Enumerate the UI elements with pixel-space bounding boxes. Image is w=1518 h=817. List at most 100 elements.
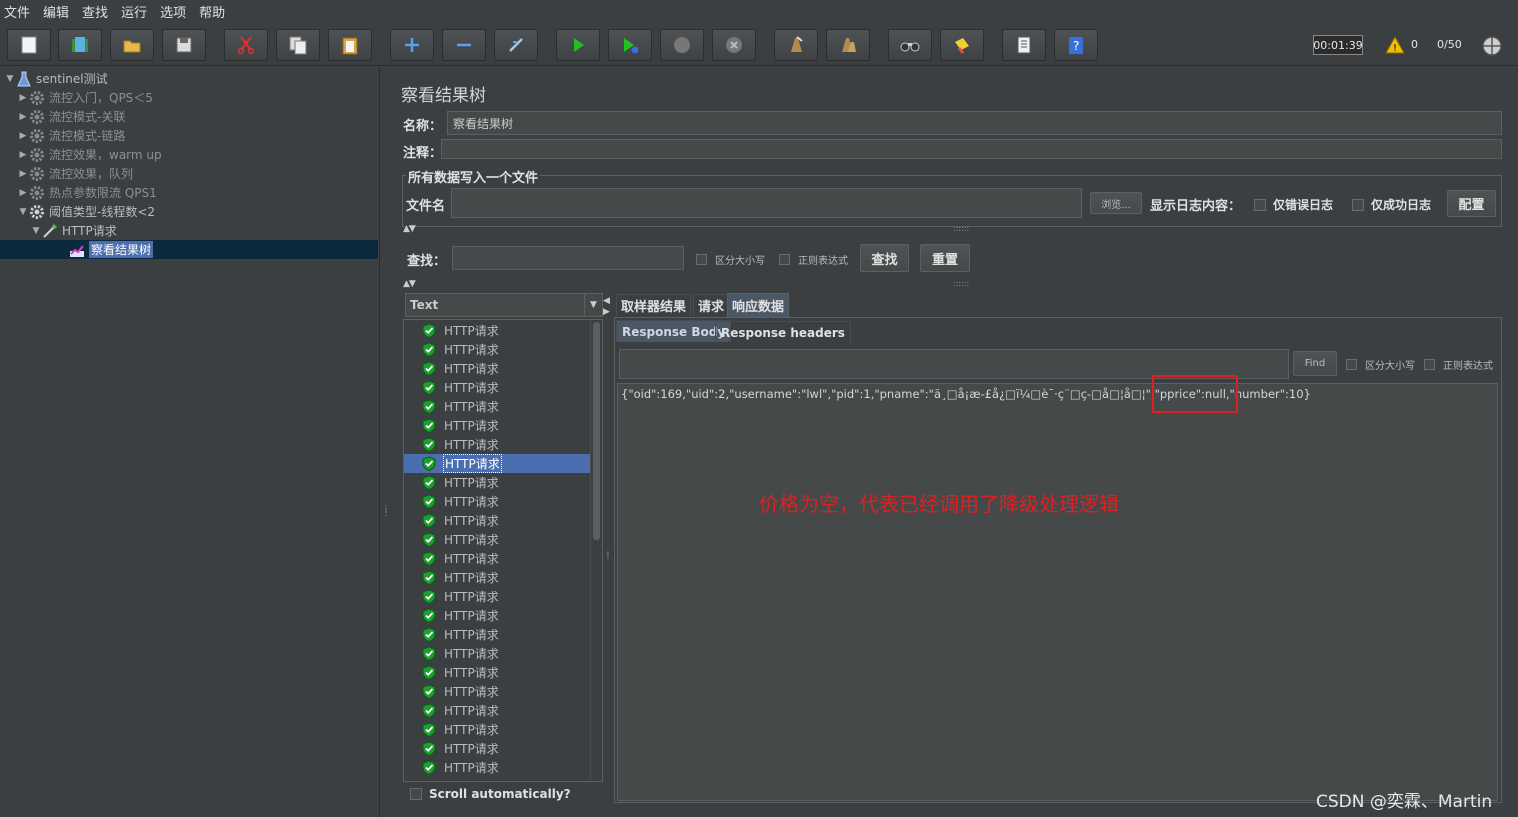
shutdown-button[interactable] [712, 29, 756, 61]
stop-button[interactable] [660, 29, 704, 61]
collapse-arrows-icon[interactable]: ▲▼ [403, 279, 416, 289]
splitter-arrow-icon[interactable]: ◀ [603, 296, 610, 306]
tree-node[interactable]: ▼ 阈值类型-线程数<2 [0, 202, 378, 221]
checkbox-box[interactable] [410, 788, 422, 800]
toggle-button[interactable] [494, 29, 538, 61]
result-item[interactable]: HTTP请求 [404, 378, 590, 397]
chevron-right-icon[interactable]: ▶ [18, 188, 28, 198]
name-field[interactable]: 察看结果树 [447, 111, 1502, 135]
clear-button[interactable] [774, 29, 818, 61]
collapse-button[interactable] [442, 29, 486, 61]
result-item[interactable]: HTTP请求 [404, 416, 590, 435]
divider-grip[interactable]: :::::: [953, 224, 969, 233]
regex-checkbox[interactable]: 正则表达式 [779, 252, 848, 267]
chevron-right-icon[interactable]: ▶ [18, 112, 28, 122]
tree-node[interactable]: ▶ 流控效果，warm up [0, 145, 378, 164]
renderer-select[interactable]: Text ▼ [405, 293, 603, 317]
result-item[interactable]: HTTP请求 [404, 682, 590, 701]
warning-icon[interactable]: ! [1385, 36, 1405, 54]
result-item[interactable]: HTTP请求 [404, 739, 590, 758]
success-only-checkbox[interactable]: 仅成功日志 [1352, 196, 1431, 213]
checkbox-box[interactable] [1352, 198, 1364, 211]
copy-button[interactable] [276, 29, 320, 61]
configure-button[interactable]: 配置 [1447, 190, 1496, 217]
menu-run[interactable]: 运行 [121, 2, 147, 21]
save-button[interactable] [162, 29, 206, 61]
scroll-automatically-checkbox[interactable]: Scroll automatically? [410, 787, 571, 801]
clear-all-button[interactable] [826, 29, 870, 61]
result-item[interactable]: HTTP请求 [404, 720, 590, 739]
chevron-right-icon[interactable]: ▶ [18, 93, 28, 103]
result-item[interactable]: HTTP请求 [404, 397, 590, 416]
paste-button[interactable] [328, 29, 372, 61]
chevron-right-icon[interactable]: ▶ [18, 169, 28, 179]
tree-node[interactable]: ▶ 流控模式-关联 [0, 107, 378, 126]
checkbox-box[interactable] [779, 254, 790, 265]
result-item[interactable]: HTTP请求 [404, 321, 590, 340]
list-scrollbar[interactable] [590, 320, 602, 781]
checkbox-box[interactable] [1254, 198, 1266, 211]
response-case-checkbox[interactable]: 区分大小写 [1346, 357, 1415, 372]
tree-node[interactable]: ▶ 流控效果，队列 [0, 164, 378, 183]
result-item[interactable]: HTTP请求 [404, 473, 590, 492]
help-button[interactable]: ? [1054, 29, 1098, 61]
open-button[interactable] [110, 29, 154, 61]
filename-field[interactable] [451, 188, 1082, 218]
tree-node[interactable]: ▶ 热点参数限流 QPS1 [0, 183, 378, 202]
find-button[interactable]: 查找 [860, 244, 909, 272]
tree-node[interactable]: ▼ HTTP请求 [0, 221, 378, 240]
result-item[interactable]: HTTP请求 [404, 340, 590, 359]
remote-globe-icon[interactable] [1481, 35, 1503, 57]
chevron-right-icon[interactable]: ▶ [18, 150, 28, 160]
tab-request[interactable]: 请求 [693, 294, 730, 316]
result-item[interactable]: HTTP请求 [404, 492, 590, 511]
result-item[interactable]: HTTP请求 [404, 625, 590, 644]
response-regex-checkbox[interactable]: 正则表达式 [1424, 357, 1493, 372]
start-button[interactable] [556, 29, 600, 61]
result-item[interactable]: HTTP请求 [404, 549, 590, 568]
menu-search[interactable]: 查找 [82, 2, 108, 21]
left-splitter[interactable]: ⋮ ⋮ [380, 67, 390, 817]
search-button[interactable] [888, 29, 932, 61]
scrollbar-thumb[interactable] [593, 322, 600, 540]
result-item[interactable]: HTTP请求 [404, 606, 590, 625]
checkbox-box[interactable] [1424, 359, 1435, 370]
result-item[interactable]: HTTP请求 [404, 511, 590, 530]
start-no-pause-button[interactable] [608, 29, 652, 61]
reset-button[interactable]: 重置 [920, 244, 970, 272]
tab-response-data[interactable]: 响应数据 [727, 293, 790, 317]
middle-splitter[interactable]: ◀ ▶ ⋮ ⋮ [603, 293, 612, 813]
response-find-button[interactable]: Find [1293, 351, 1337, 376]
subtab-response-body[interactable]: Response Body [616, 320, 732, 342]
result-item[interactable]: HTTP请求 [404, 644, 590, 663]
chevron-down-icon[interactable]: ▼ [5, 74, 15, 84]
result-item[interactable]: HTTP请求 [404, 530, 590, 549]
chevron-down-icon[interactable]: ▼ [18, 207, 28, 217]
result-item[interactable]: HTTP请求 [404, 663, 590, 682]
checkbox-box[interactable] [1346, 359, 1357, 370]
tab-sampler-result[interactable]: 取样器结果 [616, 294, 692, 316]
function-helper-button[interactable] [1002, 29, 1046, 61]
errors-only-checkbox[interactable]: 仅错误日志 [1254, 196, 1333, 213]
case-sensitive-checkbox[interactable]: 区分大小写 [696, 252, 765, 267]
menu-edit[interactable]: 编辑 [43, 2, 69, 21]
result-item[interactable]: HTTP请求 [404, 359, 590, 378]
subtab-response-headers[interactable]: Response headers [715, 321, 851, 343]
divider-grip[interactable]: ⋮ ⋮ [604, 549, 612, 561]
result-item[interactable]: HTTP请求 [404, 454, 590, 473]
tree-node[interactable]: 察看结果树 [0, 240, 378, 259]
menu-options[interactable]: 选项 [160, 2, 186, 21]
divider-grip[interactable]: :::::: [953, 279, 969, 288]
splitter-arrow-icon[interactable]: ▶ [603, 307, 610, 317]
tree-node[interactable]: ▼ sentinel测试 [0, 69, 378, 88]
search-input[interactable] [452, 246, 684, 270]
comment-field[interactable] [441, 139, 1502, 159]
result-item[interactable]: HTTP请求 [404, 568, 590, 587]
chevron-down-icon[interactable]: ▼ [584, 294, 602, 316]
browse-button[interactable]: 浏览... [1090, 192, 1142, 214]
result-item[interactable]: HTTP请求 [404, 701, 590, 720]
reset-search-button[interactable] [940, 29, 984, 61]
checkbox-box[interactable] [696, 254, 707, 265]
collapse-arrows-icon[interactable]: ▲▼ [403, 224, 416, 234]
chevron-down-icon[interactable]: ▼ [31, 226, 41, 236]
